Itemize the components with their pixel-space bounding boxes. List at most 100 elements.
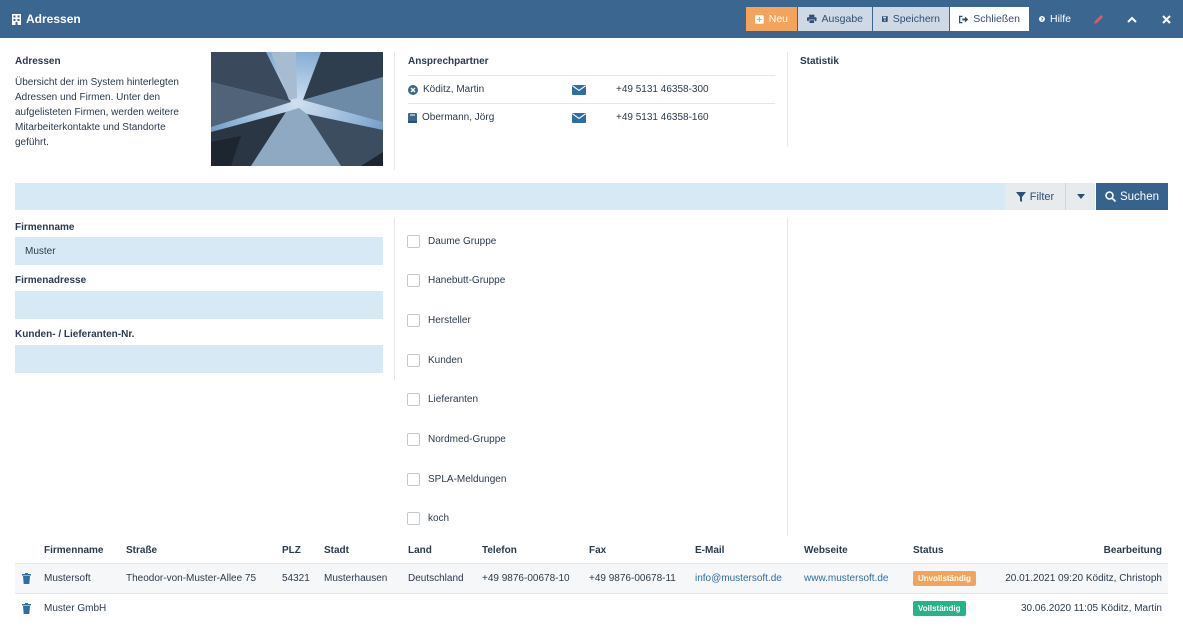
collapse-button[interactable] bbox=[1115, 7, 1149, 31]
contact-phone[interactable]: +49 5131 46358-160 bbox=[616, 112, 709, 123]
cell-website-link[interactable]: www.mustersoft.de bbox=[804, 573, 888, 584]
customer-number-input[interactable] bbox=[15, 345, 383, 373]
group-checkbox-label: Lieferanten bbox=[428, 394, 479, 405]
search-button-label: Suchen bbox=[1119, 190, 1159, 203]
cell-street: Theodor-von-Muster-Allee 75 bbox=[126, 573, 257, 584]
group-checkbox[interactable]: Hersteller bbox=[407, 314, 471, 327]
column-header-street[interactable]: Straße bbox=[126, 545, 157, 556]
close-circle-icon bbox=[408, 84, 418, 95]
company-name-label: Firmenname bbox=[15, 222, 75, 233]
info-description: Übersicht der im System hinterlegten Adr… bbox=[15, 77, 179, 148]
cell-company: Muster GmbH bbox=[44, 603, 107, 614]
checkbox[interactable] bbox=[407, 393, 420, 406]
column-header-phone[interactable]: Telefon bbox=[482, 545, 517, 556]
group-checkbox-label: SPLA-Meldungen bbox=[428, 474, 507, 485]
column-header-city[interactable]: Stadt bbox=[324, 545, 349, 556]
cell-phone: +49 9876-00678-10 bbox=[482, 573, 570, 584]
divider bbox=[787, 218, 788, 536]
search-icon bbox=[1105, 191, 1116, 202]
cell-email-link[interactable]: info@mustersoft.de bbox=[695, 573, 782, 584]
contact-name[interactable]: Obermann, Jörg bbox=[422, 112, 494, 123]
envelope-icon[interactable] bbox=[572, 112, 586, 123]
cell-zip: 54321 bbox=[282, 573, 310, 584]
contacts-title: Ansprechpartner bbox=[408, 56, 489, 67]
column-header-status[interactable]: Status bbox=[913, 545, 944, 556]
save-button-label: Speichern bbox=[892, 13, 940, 25]
group-checkbox-label: Daume Gruppe bbox=[428, 236, 497, 247]
edit-button[interactable] bbox=[1081, 7, 1115, 31]
output-button[interactable]: Ausgabe bbox=[798, 7, 872, 31]
table-divider bbox=[15, 593, 1168, 594]
checkbox[interactable] bbox=[407, 354, 420, 367]
filter-icon bbox=[1015, 191, 1026, 202]
trash-icon[interactable] bbox=[22, 573, 31, 584]
new-button[interactable]: Neu bbox=[746, 7, 797, 31]
search-input[interactable] bbox=[15, 183, 1005, 210]
cell-edited: 20.01.2021 09:20 Köditz, Christoph bbox=[1005, 573, 1162, 584]
company-address-input[interactable] bbox=[15, 291, 383, 319]
group-checkbox-label: Kunden bbox=[428, 355, 463, 366]
new-button-label: Neu bbox=[768, 13, 788, 25]
checkbox[interactable] bbox=[407, 314, 420, 327]
filter-button[interactable]: Filter bbox=[1005, 183, 1066, 210]
divider bbox=[787, 52, 788, 146]
checkbox[interactable] bbox=[407, 433, 420, 446]
filter-button-label: Filter bbox=[1029, 190, 1055, 203]
cell-company: Mustersoft bbox=[44, 573, 91, 584]
chevron-up-icon bbox=[1127, 16, 1137, 23]
group-checkbox[interactable]: Lieferanten bbox=[407, 393, 478, 406]
cell-fax: +49 9876-00678-11 bbox=[589, 573, 676, 584]
checkbox[interactable] bbox=[407, 473, 420, 486]
book-icon bbox=[408, 112, 417, 123]
group-checkbox-label: koch bbox=[428, 513, 450, 524]
contact-row: Obermann, Jörg +49 5131 46358-160 bbox=[408, 103, 775, 131]
contact-name[interactable]: Köditz, Martin bbox=[423, 84, 484, 95]
column-header-zip[interactable]: PLZ bbox=[282, 545, 301, 556]
trash-icon[interactable] bbox=[22, 603, 31, 614]
skyscraper-photo bbox=[211, 52, 383, 166]
group-checkbox-label: Hanebutt-Gruppe bbox=[428, 275, 506, 286]
close-button-label: Schließen bbox=[973, 13, 1020, 25]
window-close-button[interactable] bbox=[1149, 7, 1183, 31]
help-button-label: Hilfe bbox=[1049, 13, 1071, 25]
info-title: Adressen bbox=[15, 56, 61, 67]
filter-dropdown-toggle[interactable] bbox=[1066, 183, 1095, 210]
checkbox[interactable] bbox=[407, 512, 420, 525]
group-checkbox[interactable]: koch bbox=[407, 512, 449, 525]
company-name-input[interactable] bbox=[15, 237, 383, 265]
close-icon bbox=[1161, 14, 1171, 24]
checkbox[interactable] bbox=[407, 235, 420, 248]
output-button-label: Ausgabe bbox=[821, 13, 863, 25]
column-header-fax[interactable]: Fax bbox=[589, 545, 606, 556]
group-checkbox[interactable]: Hanebutt-Gruppe bbox=[407, 274, 505, 287]
group-checkbox-label: Hersteller bbox=[428, 315, 471, 326]
save-button[interactable]: Speichern bbox=[873, 7, 949, 31]
close-button[interactable]: Schließen bbox=[950, 7, 1029, 31]
divider bbox=[394, 218, 395, 380]
save-icon bbox=[882, 16, 888, 22]
column-header-website[interactable]: Webseite bbox=[804, 545, 848, 556]
group-checkbox[interactable]: SPLA-Meldungen bbox=[407, 473, 506, 486]
question-circle-icon: ? bbox=[1039, 16, 1045, 23]
print-icon bbox=[807, 14, 817, 24]
help-button[interactable]: ? Hilfe bbox=[1030, 7, 1080, 31]
column-header-email[interactable]: E-Mail bbox=[695, 545, 724, 556]
column-header-company[interactable]: Firmenname bbox=[44, 545, 103, 556]
group-checkbox[interactable]: Kunden bbox=[407, 354, 462, 367]
column-header-edited[interactable]: Bearbeitung bbox=[1104, 545, 1162, 556]
status-badge: Vollständig bbox=[913, 601, 966, 616]
customer-number-label: Kunden- / Lieferanten-Nr. bbox=[15, 329, 135, 340]
search-button[interactable]: Suchen bbox=[1096, 183, 1168, 210]
window-title-text: Adressen bbox=[26, 12, 81, 26]
top-bar: Adressen Neu Ausgabe Speichern Schließen… bbox=[0, 0, 1183, 38]
caret-down-icon bbox=[1076, 194, 1085, 199]
checkbox[interactable] bbox=[407, 274, 420, 287]
group-checkbox[interactable]: Nordmed-Gruppe bbox=[407, 433, 506, 446]
group-checkbox[interactable]: Daume Gruppe bbox=[407, 235, 496, 248]
column-header-country[interactable]: Land bbox=[408, 545, 432, 556]
envelope-icon[interactable] bbox=[572, 84, 586, 95]
cell-country: Deutschland bbox=[408, 573, 464, 584]
contact-phone[interactable]: +49 5131 46358-300 bbox=[616, 84, 709, 95]
sign-out-icon bbox=[959, 15, 969, 23]
company-address-label: Firmenadresse bbox=[15, 275, 87, 286]
